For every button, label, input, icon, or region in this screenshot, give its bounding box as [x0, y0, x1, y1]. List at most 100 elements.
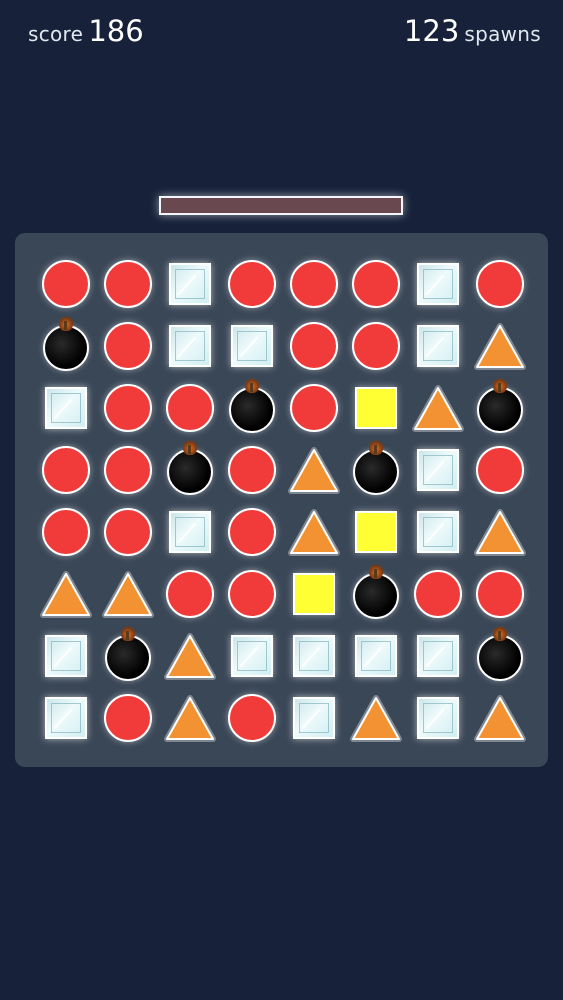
triangle-piece	[164, 633, 216, 680]
board-cell[interactable]	[41, 383, 91, 433]
circle-piece	[42, 508, 90, 556]
circle-piece	[166, 570, 214, 618]
board-cell[interactable]	[475, 569, 525, 619]
board-cell[interactable]	[351, 631, 401, 681]
board-cell[interactable]	[41, 445, 91, 495]
board-cell[interactable]	[41, 315, 91, 371]
hud: score 186 123 spawns	[0, 14, 563, 58]
bomb-piece	[105, 625, 151, 681]
board-cell[interactable]	[350, 693, 402, 743]
board-cell[interactable]	[288, 507, 340, 557]
board-cell[interactable]	[165, 383, 215, 433]
board-cell[interactable]	[165, 569, 215, 619]
board-cell[interactable]	[165, 321, 215, 371]
board-cell[interactable]	[103, 445, 153, 495]
board-cell[interactable]	[351, 321, 401, 371]
circle-piece	[228, 446, 276, 494]
triangle-piece	[164, 695, 216, 742]
board-cell[interactable]	[227, 507, 277, 557]
ice-block-piece	[417, 511, 459, 553]
board-cell[interactable]	[289, 383, 339, 433]
circle-piece	[476, 260, 524, 308]
board-cell[interactable]	[165, 507, 215, 557]
board-cell[interactable]	[413, 507, 463, 557]
board-cell[interactable]	[41, 693, 91, 743]
board-cell[interactable]	[40, 569, 92, 619]
ice-block-piece	[45, 635, 87, 677]
ice-block-piece	[417, 325, 459, 367]
board-cell[interactable]	[41, 507, 91, 557]
board-cell[interactable]	[351, 439, 401, 495]
board-cell[interactable]	[288, 445, 340, 495]
board-cell[interactable]	[165, 439, 215, 495]
board-cell[interactable]	[475, 259, 525, 309]
board-cell[interactable]	[227, 445, 277, 495]
circle-piece	[166, 384, 214, 432]
board-cell[interactable]	[351, 507, 401, 557]
board-cell[interactable]	[289, 259, 339, 309]
board-cell[interactable]	[103, 321, 153, 371]
board-cell[interactable]	[165, 259, 215, 309]
board-cell[interactable]	[412, 383, 464, 433]
board-cell[interactable]	[289, 631, 339, 681]
score-value: 186	[88, 14, 144, 48]
board-cell[interactable]	[475, 625, 525, 681]
triangle-piece	[412, 385, 464, 432]
circle-piece	[42, 260, 90, 308]
board-cell[interactable]	[475, 445, 525, 495]
board-cell[interactable]	[103, 507, 153, 557]
board-cell[interactable]	[41, 631, 91, 681]
triangle-piece	[40, 571, 92, 618]
board-cell[interactable]	[413, 259, 463, 309]
circle-piece	[42, 446, 90, 494]
board-cell[interactable]	[164, 631, 216, 681]
board-cell[interactable]	[102, 569, 154, 619]
game-board	[15, 233, 548, 767]
board-cell[interactable]	[227, 259, 277, 309]
circle-piece	[290, 384, 338, 432]
ice-block-piece	[45, 697, 87, 739]
bomb-piece	[477, 377, 523, 433]
board-cell[interactable]	[227, 693, 277, 743]
board-cell[interactable]	[227, 569, 277, 619]
board-cell[interactable]	[413, 445, 463, 495]
circle-piece	[476, 446, 524, 494]
board-cell[interactable]	[227, 377, 277, 433]
board-cell[interactable]	[475, 377, 525, 433]
circle-piece	[104, 322, 152, 370]
circle-piece	[476, 570, 524, 618]
ice-block-piece	[293, 697, 335, 739]
board-cell[interactable]	[413, 321, 463, 371]
board-cell[interactable]	[289, 569, 339, 619]
board-cell[interactable]	[41, 259, 91, 309]
board-cell[interactable]	[474, 507, 526, 557]
circle-piece	[352, 260, 400, 308]
ice-block-piece	[169, 263, 211, 305]
board-cell[interactable]	[103, 383, 153, 433]
bomb-piece	[353, 563, 399, 619]
ice-block-piece	[355, 635, 397, 677]
board-cell[interactable]	[351, 259, 401, 309]
board-cell[interactable]	[474, 693, 526, 743]
triangle-piece	[102, 571, 154, 618]
board-cell[interactable]	[413, 569, 463, 619]
board-cell[interactable]	[103, 625, 153, 681]
board-cell[interactable]	[227, 321, 277, 371]
board-cell[interactable]	[164, 693, 216, 743]
board-cell[interactable]	[103, 259, 153, 309]
timer-bar	[159, 196, 403, 215]
board-cell[interactable]	[289, 321, 339, 371]
board-cell[interactable]	[413, 631, 463, 681]
board-cell[interactable]	[474, 321, 526, 371]
board-cell[interactable]	[351, 563, 401, 619]
ice-block-piece	[169, 511, 211, 553]
board-cell[interactable]	[289, 693, 339, 743]
board-cell[interactable]	[103, 693, 153, 743]
board-cell[interactable]	[413, 693, 463, 743]
bomb-piece	[477, 625, 523, 681]
circle-piece	[104, 508, 152, 556]
board-cell[interactable]	[227, 631, 277, 681]
triangle-piece	[474, 509, 526, 556]
ice-block-piece	[417, 697, 459, 739]
board-cell[interactable]	[351, 383, 401, 433]
